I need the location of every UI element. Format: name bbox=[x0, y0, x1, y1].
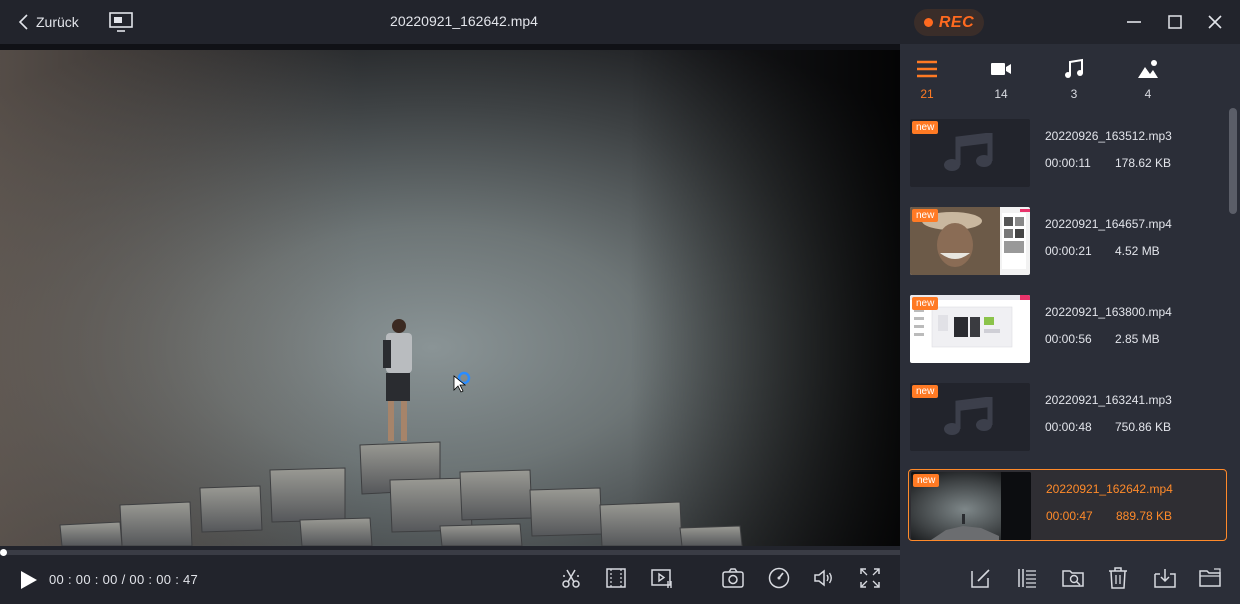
edit-icon bbox=[971, 569, 990, 588]
recording-size: 2.85 MB bbox=[1115, 332, 1160, 346]
filter-tab-audio[interactable]: 3 bbox=[1054, 58, 1094, 101]
scissors-icon bbox=[562, 569, 580, 588]
close-button[interactable] bbox=[1205, 12, 1225, 32]
crop-button[interactable] bbox=[604, 566, 628, 590]
new-badge: new bbox=[913, 474, 940, 487]
list-scrollbar[interactable] bbox=[1229, 108, 1237, 214]
download-tray-icon bbox=[1154, 569, 1176, 588]
recording-size: 750.86 KB bbox=[1115, 420, 1172, 434]
filter-count-video: 14 bbox=[994, 87, 1008, 101]
filter-count-all: 21 bbox=[920, 87, 934, 101]
recording-duration: 00:00:48 bbox=[1045, 420, 1092, 434]
screenshot-button[interactable] bbox=[721, 566, 745, 590]
music-note-icon bbox=[1065, 58, 1083, 78]
trim-button[interactable] bbox=[559, 566, 583, 590]
open-folder-button[interactable] bbox=[1198, 566, 1222, 590]
rec-button[interactable]: REC bbox=[914, 9, 984, 36]
file-title: 20220921_162642.mp4 bbox=[390, 13, 538, 29]
speed-button[interactable] bbox=[767, 566, 791, 590]
sliders-list-icon bbox=[1018, 569, 1036, 588]
recording-item[interactable]: new 20220921_163800.mp4 00:00:56 2.85 MB bbox=[908, 293, 1227, 365]
rec-label: REC bbox=[938, 13, 975, 31]
seek-bar-handle[interactable] bbox=[0, 549, 7, 556]
minimize-button[interactable] bbox=[1124, 12, 1144, 32]
time-display: 00 : 00 : 00 / 00 : 00 : 47 bbox=[49, 572, 198, 587]
video-play-icon bbox=[651, 569, 672, 588]
recording-item[interactable]: new 20220921_163241.mp3 00:00:48 750.86 … bbox=[908, 381, 1227, 453]
recording-name: 20220921_162642.mp4 bbox=[1046, 482, 1173, 496]
recording-name: 20220926_163512.mp3 bbox=[1045, 129, 1172, 143]
play-icon bbox=[21, 571, 37, 589]
recording-name: 20220921_163241.mp3 bbox=[1045, 393, 1172, 407]
delete-button[interactable] bbox=[1106, 566, 1130, 590]
folder-search-icon bbox=[1062, 570, 1084, 587]
audio-thumbnail: new bbox=[910, 119, 1030, 187]
filter-count-audio: 3 bbox=[1070, 87, 1078, 101]
recorder-player-window: Zurück 20220921_162642.mp4 REC 00: 00:… bbox=[0, 0, 1240, 604]
video-viewport[interactable] bbox=[0, 44, 900, 546]
video-thumbnail: new bbox=[911, 472, 1031, 540]
recording-item-selected[interactable]: new 20220921_162642.mp4 00:00:47 889.78 … bbox=[908, 469, 1227, 541]
recording-size: 889.78 KB bbox=[1116, 509, 1173, 523]
folder-icon bbox=[1199, 568, 1221, 587]
recording-name: 20220921_164657.mp4 bbox=[1045, 217, 1172, 231]
maximize-button[interactable] bbox=[1165, 12, 1185, 32]
current-time: 00 : 00 : 00 bbox=[49, 572, 118, 587]
fullscreen-button[interactable] bbox=[858, 566, 882, 590]
filter-tab-image[interactable]: 4 bbox=[1128, 58, 1168, 101]
recording-actions-bar bbox=[900, 556, 1240, 604]
playback-mode-button[interactable] bbox=[650, 566, 674, 590]
recording-duration: 00:00:47 bbox=[1046, 509, 1093, 523]
advanced-edit-button[interactable] bbox=[1015, 566, 1039, 590]
filter-tab-video[interactable]: 14 bbox=[981, 58, 1021, 101]
edit-button[interactable] bbox=[969, 566, 993, 590]
expand-icon bbox=[860, 568, 880, 588]
recording-item[interactable]: new 20220926_163512.mp3 00:00:11 178.62 … bbox=[908, 117, 1227, 189]
record-dot-icon bbox=[923, 18, 933, 27]
new-badge: new bbox=[912, 121, 939, 134]
video-top-border bbox=[0, 44, 900, 50]
new-badge: new bbox=[912, 385, 939, 398]
new-badge: new bbox=[912, 297, 939, 310]
camera-icon bbox=[722, 568, 744, 588]
filter-tab-all[interactable]: 21 bbox=[907, 58, 947, 101]
video-thumbnail: new bbox=[910, 295, 1030, 363]
time-separator: / bbox=[121, 572, 126, 587]
video-frame-image bbox=[0, 50, 900, 546]
media-filter-tabs: 21 14 3 4 bbox=[900, 44, 1240, 108]
image-icon bbox=[1138, 60, 1158, 78]
audio-thumbnail: new bbox=[910, 383, 1030, 451]
seek-bar[interactable] bbox=[0, 549, 900, 556]
list-icon bbox=[917, 60, 937, 78]
export-button[interactable] bbox=[1153, 566, 1177, 590]
speaker-icon bbox=[814, 569, 832, 587]
search-file-button[interactable] bbox=[1061, 566, 1085, 590]
play-button[interactable] bbox=[16, 568, 40, 592]
recording-item[interactable]: new 20220921_164657.mp4 00:00:21 4.52 MB bbox=[908, 205, 1227, 277]
recording-duration: 00:00:11 bbox=[1045, 156, 1091, 170]
filter-count-image: 4 bbox=[1144, 87, 1152, 101]
new-badge: new bbox=[912, 209, 939, 222]
volume-button[interactable] bbox=[812, 566, 836, 590]
crop-frame-icon bbox=[606, 568, 626, 588]
recording-size: 178.62 KB bbox=[1115, 156, 1172, 170]
music-note-icon bbox=[944, 397, 993, 435]
recording-duration: 00:00:21 bbox=[1045, 244, 1092, 258]
recording-size: 4.52 MB bbox=[1115, 244, 1160, 258]
total-time: 00 : 00 : 47 bbox=[129, 572, 199, 587]
speedometer-icon bbox=[768, 567, 790, 589]
video-thumbnail: new bbox=[910, 207, 1030, 275]
recording-duration: 00:00:56 bbox=[1045, 332, 1092, 346]
video-camera-icon bbox=[991, 63, 1011, 75]
recording-name: 20220921_163800.mp4 bbox=[1045, 305, 1172, 319]
music-note-icon bbox=[944, 133, 993, 171]
title-bar: Zurück 20220921_162642.mp4 REC bbox=[0, 0, 1240, 44]
playback-controls: 00 : 00 : 00 / 00 : 00 : 47 bbox=[0, 556, 900, 604]
trash-icon bbox=[1109, 567, 1127, 589]
